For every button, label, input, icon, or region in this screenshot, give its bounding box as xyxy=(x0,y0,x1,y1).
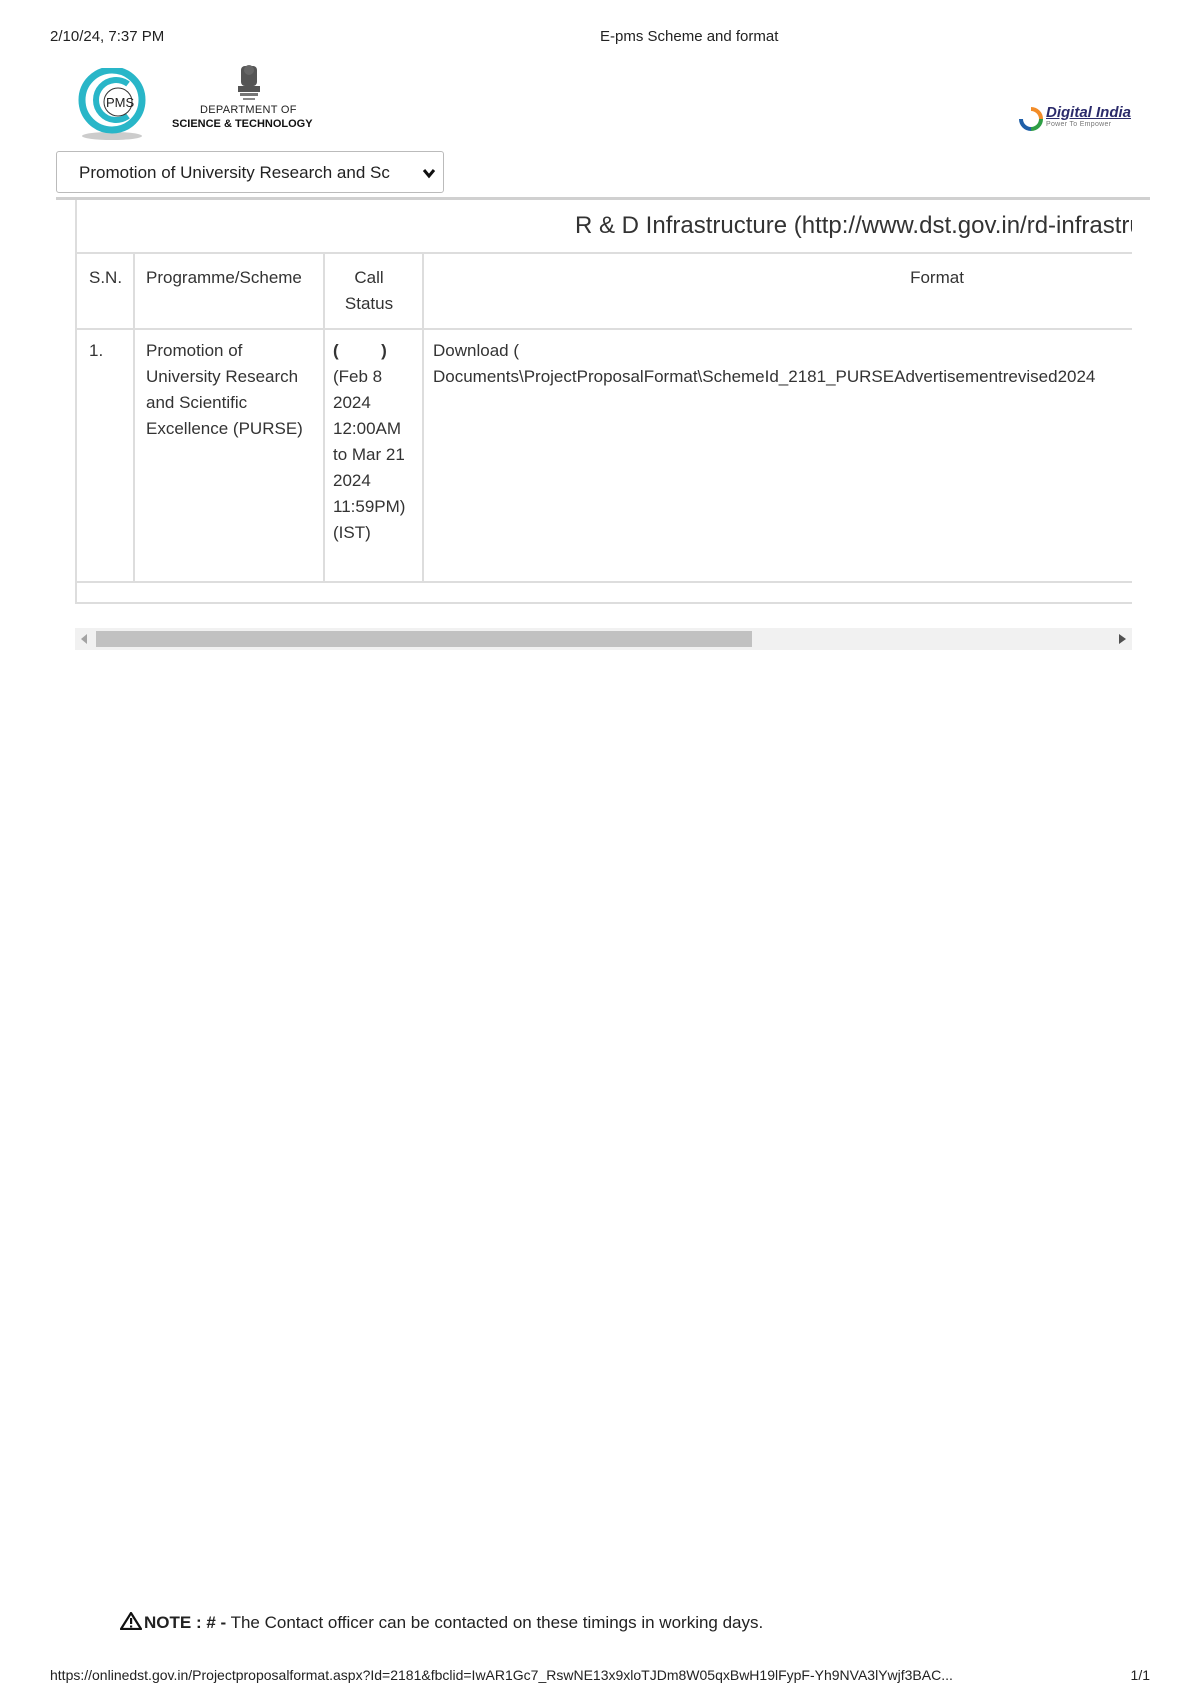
print-datetime: 2/10/24, 7:37 PM xyxy=(50,28,165,45)
warning-icon xyxy=(120,1612,142,1630)
site-header: PMS DEPARTMENT OF SCIENCE & TECHNOLOGY D… xyxy=(56,62,1146,144)
column-header-format: Format xyxy=(910,268,964,287)
digital-india-tagline: Power To Empower xyxy=(1046,121,1112,128)
print-header: 2/10/24, 7:37 PM E-pms Scheme and format xyxy=(50,28,1150,48)
column-header-programme: Programme/Scheme xyxy=(146,268,302,287)
horizontal-scrollbar[interactable] xyxy=(75,628,1132,650)
row-programme: Promotion of University Research and Sci… xyxy=(146,341,303,438)
scroll-right-arrow-icon[interactable] xyxy=(1119,634,1126,644)
print-document-title: E-pms Scheme and format xyxy=(600,28,779,45)
epms-logo: PMS xyxy=(78,68,146,140)
national-emblem-icon xyxy=(238,65,260,100)
column-header-sn: S.N. xyxy=(89,268,123,287)
print-footer: https://onlinedst.gov.in/Projectproposal… xyxy=(50,1667,1150,1687)
digital-india-text: Digital India xyxy=(1046,104,1132,121)
row-format: Download ( Documents\ProjectProposalForm… xyxy=(433,338,1132,390)
table-title: R & D Infrastructure (http://www.dst.gov… xyxy=(575,212,1132,239)
scheme-select-value: Promotion of University Research and Sc xyxy=(79,163,390,182)
note-label: NOTE : # - xyxy=(144,1613,227,1632)
digital-india-swirl-icon xyxy=(1019,107,1043,131)
scheme-select[interactable]: Promotion of University Research and Sc xyxy=(56,151,444,193)
column-header-call-status: Call Status xyxy=(324,265,414,317)
table-divider xyxy=(77,328,1132,330)
scrollbar-thumb[interactable] xyxy=(96,631,752,647)
row-call-status: ( ) (Feb 8 2024 12:00AM to Mar 21 2024 1… xyxy=(333,338,413,546)
department-line1: DEPARTMENT OF xyxy=(200,104,297,116)
pms-logo-text: PMS xyxy=(106,95,135,110)
call-header-line1: Call xyxy=(354,268,384,287)
call-status-dates: (Feb 8 2024 12:00AM to Mar 21 2024 11:59… xyxy=(333,367,406,542)
column-divider xyxy=(133,252,135,583)
call-status-placeholder: ( ) xyxy=(333,341,387,360)
format-download-link[interactable]: Documents\ProjectProposalFormat\SchemeId… xyxy=(433,364,1132,390)
note-text: The Contact officer can be contacted on … xyxy=(226,1613,764,1632)
column-divider xyxy=(422,252,424,583)
table-divider xyxy=(77,581,1132,583)
format-download-prefix: Download ( xyxy=(433,341,519,360)
print-page-number: 1/1 xyxy=(1130,1667,1150,1683)
call-header-line2: Status xyxy=(344,294,394,313)
row-sn: 1. xyxy=(89,341,104,360)
scheme-format-table: R & D Infrastructure (http://www.dst.gov… xyxy=(75,200,1132,604)
contact-note: NOTE : # - The Contact officer can be co… xyxy=(120,1612,763,1633)
department-line2: SCIENCE & TECHNOLOGY xyxy=(172,118,313,130)
scroll-left-arrow-icon[interactable] xyxy=(81,634,87,644)
chevron-down-icon xyxy=(422,169,436,179)
dst-logo: DEPARTMENT OF SCIENCE & TECHNOLOGY xyxy=(172,62,362,142)
table-divider xyxy=(77,602,1132,604)
print-url: https://onlinedst.gov.in/Projectproposal… xyxy=(50,1667,953,1683)
table-scroll-viewport: R & D Infrastructure (http://www.dst.gov… xyxy=(75,200,1132,605)
digital-india-logo: Digital India Power To Empower xyxy=(1016,104,1146,132)
table-divider xyxy=(77,252,1132,254)
